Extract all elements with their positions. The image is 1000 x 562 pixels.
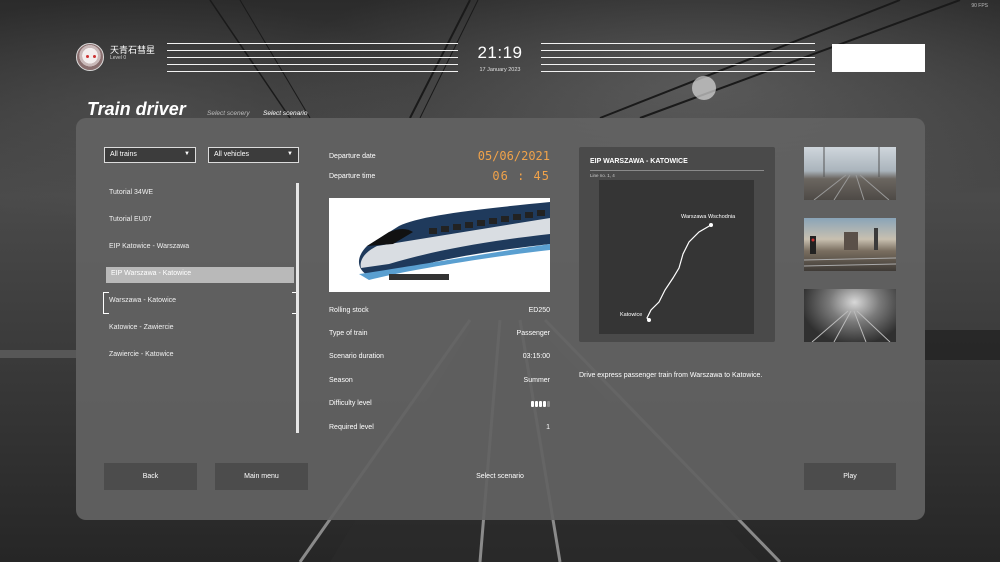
breadcrumb-select-scenery[interactable]: Select scenery <box>207 110 250 117</box>
train-image <box>329 198 550 292</box>
back-button[interactable]: Back <box>104 463 197 490</box>
route-start-label: Warszawa Wschodnia <box>681 214 736 220</box>
scenario-item[interactable]: Katowice - Zawiercie <box>104 321 294 337</box>
rolling-stock-label: Rolling stock <box>329 307 369 314</box>
clock-time: 21:19 <box>477 43 523 62</box>
train-type-label: Type of train <box>329 330 368 337</box>
season-value: Summer <box>523 377 550 384</box>
scenario-description: Drive express passenger train from Warsz… <box>579 372 763 379</box>
route-start-marker <box>709 223 713 227</box>
scenario-item-selected[interactable]: EIP Warszawa - Katowice <box>106 267 294 283</box>
scenario-item[interactable]: Zawiercie - Katowice <box>104 348 294 364</box>
clock-date: 17 January 2023 <box>479 67 521 73</box>
main-menu-button[interactable]: Main menu <box>215 463 308 490</box>
vehicles-filter-value: All vehicles <box>214 151 250 158</box>
train-type-value: Passenger <box>516 330 550 337</box>
scenario-list-scrollbar[interactable] <box>296 183 299 433</box>
scenario-item-focused[interactable]: Warszawa - Katowice <box>103 292 298 314</box>
season-label: Season <box>329 377 353 384</box>
scenario-screenshot-thumbnail[interactable] <box>804 218 896 271</box>
play-button[interactable]: Play <box>804 463 896 490</box>
scenario-item[interactable]: Tutorial 34WE <box>104 186 294 202</box>
scenario-item[interactable]: Tutorial EU07 <box>104 213 294 229</box>
avatar[interactable] <box>76 43 104 71</box>
difficulty-dot-filled <box>543 401 546 407</box>
scenario-screenshot-thumbnail[interactable] <box>804 289 896 342</box>
difficulty-dot-filled <box>531 401 534 407</box>
route-end-label: Katowice <box>620 312 643 318</box>
trains-filter-select[interactable]: All trains ▼ <box>104 147 196 163</box>
header-decoration-left <box>167 43 458 73</box>
chevron-down-icon: ▼ <box>287 151 293 157</box>
user-level: Level 0 <box>110 55 127 61</box>
header-decoration-right <box>541 43 815 73</box>
trains-filter-value: All trains <box>110 151 137 158</box>
vehicles-filter-select[interactable]: All vehicles ▼ <box>208 147 299 163</box>
difficulty-label: Difficulty level <box>329 400 372 407</box>
departure-date-value: 05/06/2021 <box>477 149 550 163</box>
page-title: Train driver <box>87 99 186 119</box>
required-level-label: Required level <box>329 424 374 431</box>
scenario-screenshot-thumbnail[interactable] <box>804 147 896 200</box>
select-scenario-label: Select scenario <box>476 473 524 480</box>
scenario-item[interactable]: EIP Katowice - Warszawa <box>104 240 294 256</box>
route-end-marker <box>647 318 651 322</box>
route-map-divider <box>590 170 764 171</box>
header-blank-box <box>832 44 925 72</box>
difficulty-dot-filled <box>535 401 538 407</box>
route-map-title: EIP WARSZAWA - KATOWICE <box>590 158 688 165</box>
departure-time-value: 06 : 45 <box>492 169 550 183</box>
difficulty-rating <box>530 401 550 409</box>
rolling-stock-value: ED250 <box>528 307 550 314</box>
departure-date-label: Departure date <box>329 153 376 160</box>
breadcrumb-select-scenario[interactable]: Select scenario <box>263 110 307 117</box>
duration-label: Scenario duration <box>329 353 384 360</box>
difficulty-dot-filled <box>539 401 542 407</box>
departure-time-label: Departure time <box>329 173 376 180</box>
required-level-value: 1 <box>546 424 550 431</box>
route-map-line: Line no. 1, 4 <box>590 173 615 178</box>
chevron-down-icon: ▼ <box>184 151 190 157</box>
route-map <box>599 180 754 334</box>
duration-value: 03:15:00 <box>522 353 550 360</box>
fps-counter: 90 FPS <box>971 3 988 9</box>
difficulty-dot-empty <box>547 401 550 407</box>
